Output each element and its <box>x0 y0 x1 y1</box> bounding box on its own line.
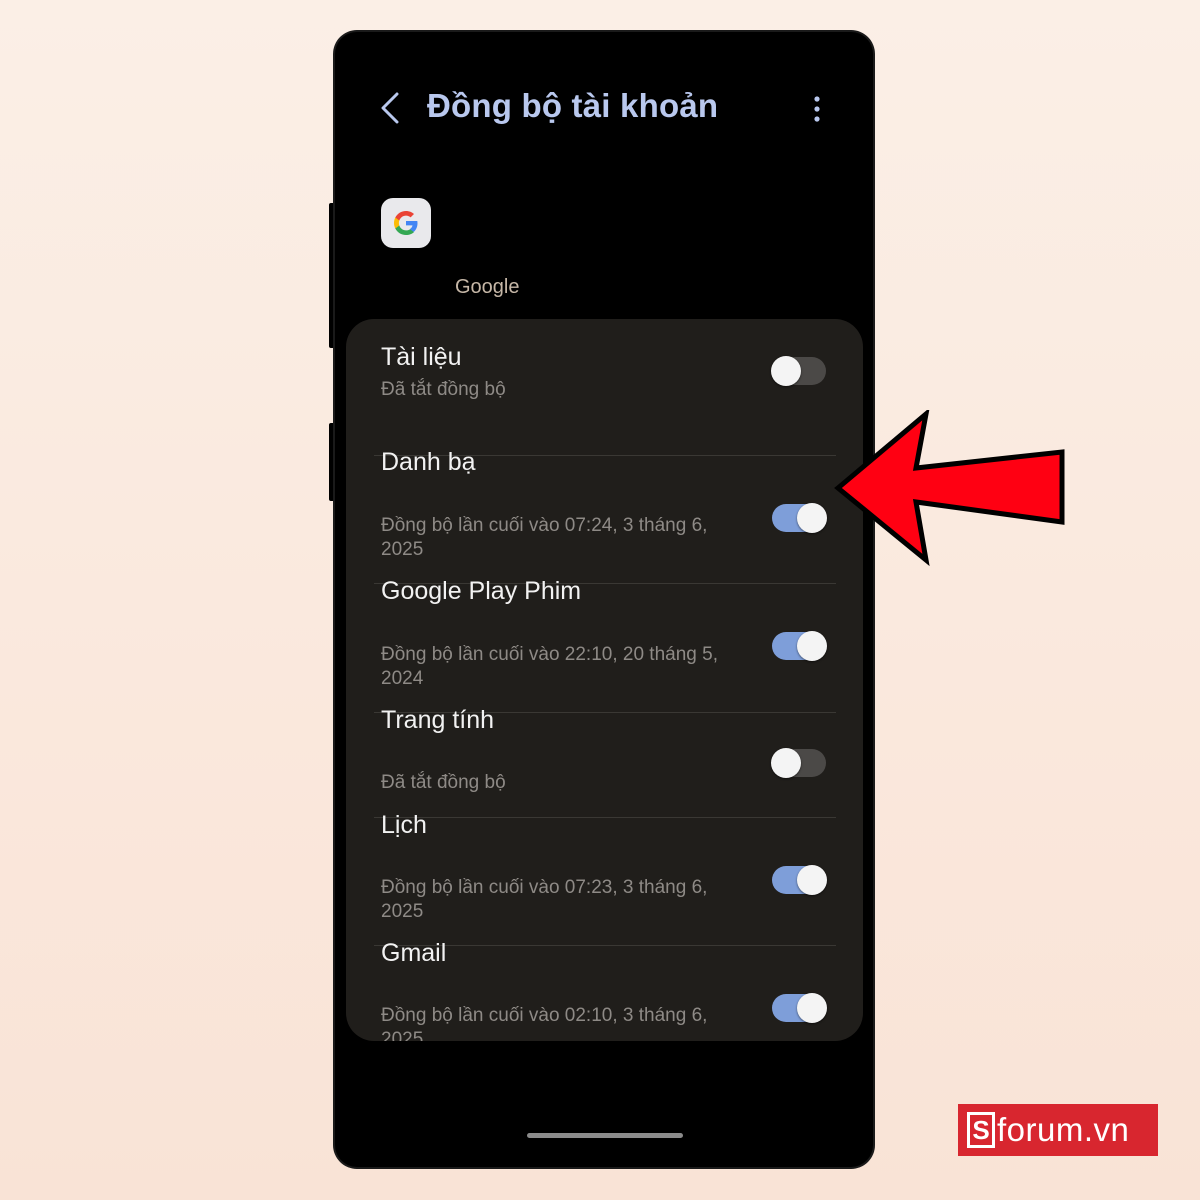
sync-item-title: Lịch <box>381 811 427 839</box>
sync-item-title: Tài liệu <box>381 343 462 371</box>
sync-item-status: Đã tắt đồng bộ <box>381 379 506 400</box>
sforum-logo-text: forum.vn <box>997 1111 1130 1148</box>
home-indicator[interactable] <box>527 1133 683 1138</box>
sync-item-play-movies[interactable]: Google Play Phim Đồng bộ lần cuối vào 22… <box>346 577 863 712</box>
sync-item-documents[interactable]: Tài liệu Đã tắt đồng bộ <box>346 319 863 424</box>
sforum-logo-letter: S <box>967 1112 995 1148</box>
phone-screen: Đồng bộ tài khoản Google Tài liệu Đã tắt… <box>335 32 873 1167</box>
sync-item-gmail[interactable]: Gmail Đồng bộ lần cuối vào 02:10, 3 thán… <box>346 939 863 1041</box>
sync-toggle[interactable] <box>772 993 827 1023</box>
sync-item-status: Đồng bộ lần cuối vào 02:10, 3 tháng 6, 2… <box>381 1005 708 1041</box>
toggle-knob <box>771 748 801 778</box>
sync-toggle[interactable] <box>771 356 826 386</box>
red-arrow-pointer <box>834 410 1065 567</box>
more-options-icon[interactable] <box>805 94 829 124</box>
sync-toggle[interactable] <box>771 748 826 778</box>
sync-items-card: Tài liệu Đã tắt đồng bộ Danh bạ Đồng bộ … <box>346 319 863 1041</box>
account-info: Google <box>381 198 681 308</box>
sync-item-calendar[interactable]: Lịch Đồng bộ lần cuối vào 07:23, 3 tháng… <box>346 811 863 946</box>
sync-item-sheets[interactable]: Trang tính Đã tắt đồng bộ <box>346 706 863 817</box>
toggle-knob <box>797 503 827 533</box>
sync-item-title: Gmail <box>381 939 447 967</box>
sync-item-status: Đồng bộ lần cuối vào 07:24, 3 tháng 6, 2… <box>381 515 708 560</box>
toggle-knob <box>797 865 827 895</box>
account-name: Google <box>455 276 520 298</box>
sync-item-title: Google Play Phim <box>381 577 582 605</box>
sync-toggle[interactable] <box>772 503 827 533</box>
page-title: Đồng bộ tài khoản <box>427 87 719 124</box>
toggle-knob <box>771 356 801 386</box>
sync-item-contacts[interactable]: Danh bạ Đồng bộ lần cuối vào 07:24, 3 th… <box>346 448 863 584</box>
app-bar: Đồng bộ tài khoản <box>335 32 873 182</box>
toggle-knob <box>797 993 827 1023</box>
google-logo-icon <box>381 198 431 248</box>
sync-item-title: Danh bạ <box>381 448 476 476</box>
toggle-knob <box>797 631 827 661</box>
sync-item-status: Đồng bộ lần cuối vào 22:10, 20 tháng 5, … <box>381 644 718 689</box>
sync-item-status: Đồng bộ lần cuối vào 07:23, 3 tháng 6, 2… <box>381 877 708 922</box>
back-icon[interactable] <box>377 90 403 126</box>
sync-item-title: Trang tính <box>381 706 495 734</box>
sforum-watermark: S forum.vn <box>958 1104 1158 1156</box>
sync-item-status: Đã tắt đồng bộ <box>381 772 506 793</box>
sync-toggle[interactable] <box>772 631 827 661</box>
sync-toggle[interactable] <box>772 865 827 895</box>
